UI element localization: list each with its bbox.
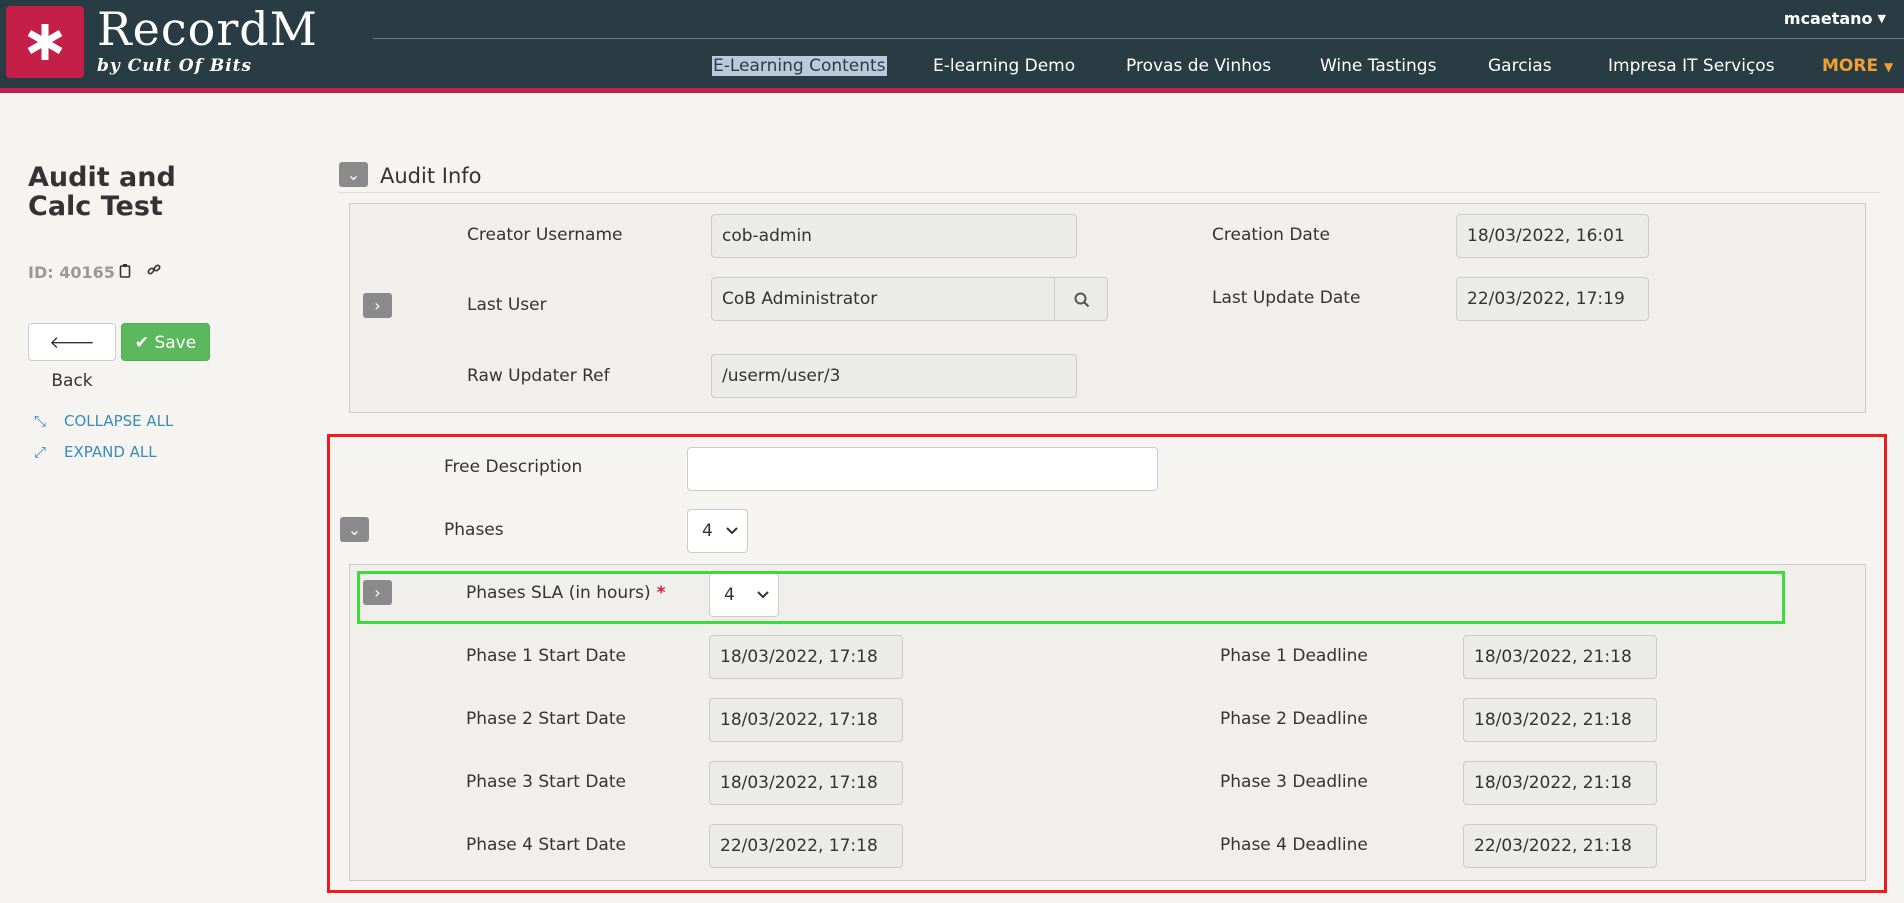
expand-icon: ⤢	[34, 443, 47, 461]
last-update-date-label: Last Update Date	[1212, 288, 1361, 308]
caret-down-icon: ▼	[1877, 12, 1886, 25]
collapse-all-label: COLLAPSE ALL	[64, 412, 174, 430]
nav-item-wine-tastings[interactable]: Wine Tastings	[1320, 56, 1436, 76]
save-label: Save	[154, 333, 197, 353]
collapse-all-link[interactable]: ⤡ COLLAPSE ALL	[34, 412, 173, 430]
audit-info-toggle[interactable]: ⌄	[339, 162, 368, 187]
nav-item-e-learning-contents[interactable]: E-Learning Contents	[712, 56, 887, 76]
creator-username-field: cob-admin	[711, 214, 1077, 258]
creation-date-field: 18/03/2022, 16:01	[1456, 214, 1649, 258]
section-divider	[338, 192, 1880, 193]
link-icon[interactable]	[147, 263, 161, 281]
last-update-date-field: 22/03/2022, 17:19	[1456, 277, 1649, 321]
search-icon	[1074, 292, 1090, 308]
compress-icon: ⤡	[34, 412, 47, 430]
raw-updater-ref-field: /userm/user/3	[711, 354, 1077, 398]
nav-item-e-learning-demo[interactable]: E-learning Demo	[933, 56, 1075, 76]
nav-item-more[interactable]: MORE ▼	[1822, 56, 1893, 76]
more-label: MORE	[1822, 56, 1879, 76]
username: mcaetano	[1783, 9, 1873, 28]
creator-username-label: Creator Username	[467, 225, 623, 245]
brand-name: RecordM	[97, 2, 318, 56]
main-nav: E-Learning Contents E-learning Demo Prov…	[0, 56, 1904, 80]
page-title: Audit and Calc Test	[28, 162, 176, 222]
top-navbar: RecordM by Cult Of Bits mcaetano ▼ E-Lear…	[0, 0, 1904, 93]
record-id: ID: 40165	[28, 263, 115, 282]
user-menu[interactable]: mcaetano ▼	[1784, 9, 1886, 28]
check-icon: ✔	[134, 333, 150, 353]
audit-details-toggle[interactable]: ›	[363, 293, 392, 318]
last-user-search-button[interactable]	[1054, 277, 1108, 321]
highlight-box-red	[327, 434, 1887, 893]
nav-item-garcias[interactable]: Garcias	[1488, 56, 1552, 76]
save-button[interactable]: ✔ Save	[121, 323, 210, 361]
creation-date-label: Creation Date	[1212, 225, 1330, 245]
expand-all-link[interactable]: ⤢ EXPAND ALL	[34, 443, 157, 461]
nav-divider	[373, 38, 1904, 39]
raw-updater-ref-label: Raw Updater Ref	[467, 366, 610, 386]
copy-icon[interactable]	[119, 263, 131, 282]
back-button[interactable]: 🡐 Back	[28, 323, 116, 391]
arrow-left-icon: 🡐	[49, 333, 95, 353]
back-label: Back	[51, 371, 93, 391]
chevron-down-icon: ⌄	[346, 165, 361, 184]
section-title-audit-info: Audit Info	[380, 164, 482, 188]
expand-all-label: EXPAND ALL	[64, 443, 157, 461]
chevron-right-icon: ›	[374, 296, 381, 315]
last-user-field: CoB Administrator	[711, 277, 1055, 321]
nav-item-provas-de-vinhos[interactable]: Provas de Vinhos	[1126, 56, 1271, 76]
last-user-label: Last User	[467, 295, 547, 315]
highlight-box-green	[357, 571, 1785, 624]
nav-item-impresa-it-servicos[interactable]: Impresa IT Serviços	[1608, 56, 1775, 76]
caret-down-icon: ▼	[1884, 60, 1894, 74]
